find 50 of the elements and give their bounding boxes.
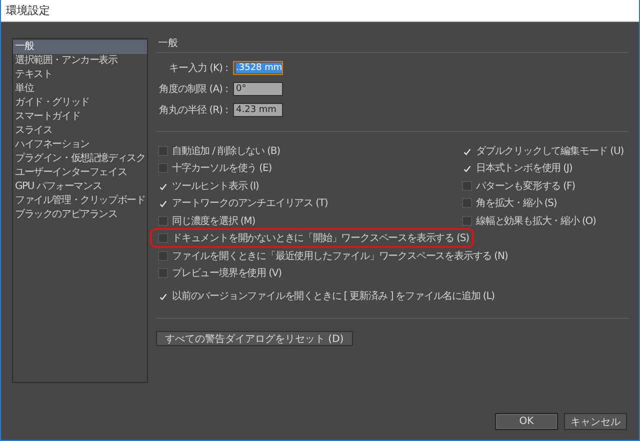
- option-label: パターンも変形する (F): [476, 180, 575, 193]
- option-label: ツールヒント表示 (I): [172, 180, 259, 193]
- category-item[interactable]: 単位: [13, 82, 147, 96]
- input-field[interactable]: 4.23 mm: [233, 103, 283, 117]
- field-label: 角度の制限 (A) :: [158, 82, 228, 96]
- window-title: 環境設定: [6, 3, 50, 18]
- category-item[interactable]: ハイフネーション: [13, 138, 147, 152]
- checkbox[interactable]: [158, 268, 168, 278]
- option-label: 自動追加 / 削除しない (B): [172, 144, 280, 158]
- checkbox[interactable]: [158, 233, 168, 244]
- category-item[interactable]: スマートガイド: [13, 110, 147, 124]
- reset-warnings-button[interactable]: すべての警告ダイアログをリセット (D): [156, 331, 353, 346]
- option-label: ファイルを開くときに「最近使用したファイル」ワークスペースを表示する (N): [172, 250, 508, 263]
- field-label: 角丸の半径 (R) :: [158, 104, 228, 117]
- checkbox[interactable]: [462, 180, 472, 191]
- checkbox[interactable]: [462, 198, 472, 208]
- checkbox[interactable]: [158, 163, 168, 174]
- category-item[interactable]: スライス: [13, 124, 147, 138]
- checkbox[interactable]: [462, 216, 472, 226]
- option-label: ダブルクリックして編集モード (U): [476, 144, 624, 158]
- category-item[interactable]: GPU パフォーマンス: [13, 180, 147, 194]
- category-item[interactable]: テキスト: [13, 68, 147, 82]
- field-label: キー入力 (K) :: [168, 62, 228, 75]
- checkbox[interactable]: [158, 198, 168, 208]
- option-label: 十字カーソルを使う (E): [172, 162, 272, 176]
- input-field[interactable]: .3528 mm: [233, 61, 283, 75]
- dialog-button[interactable]: キャンセル: [564, 413, 627, 430]
- category-item[interactable]: ブラックのアピアランス: [13, 208, 147, 222]
- checkbox[interactable]: [158, 250, 168, 261]
- dialog-button[interactable]: OK: [495, 413, 558, 430]
- option-label: ドキュメントを開かないときに「開始」ワークスペースを表示する (S): [172, 232, 469, 246]
- category-item[interactable]: 選択範囲・アンカー表示: [13, 54, 147, 68]
- option-label: 線幅と効果も拡大・縮小 (O): [476, 214, 596, 228]
- section-title: 一般: [157, 38, 179, 50]
- option-label: アートワークのアンチエイリアス (T): [172, 197, 328, 210]
- option-label: 角を拡大・縮小 (S): [476, 196, 557, 210]
- option-label: 以前のバージョンファイルを開くときに [ 更新済み ] をファイル名に追加 (L): [172, 290, 494, 303]
- option-label: 同じ濃度を選択 (M): [172, 214, 256, 228]
- input-field[interactable]: 0°: [233, 82, 283, 96]
- category-item[interactable]: ユーザーインターフェイス: [13, 166, 147, 180]
- category-item[interactable]: ガイド・グリッド: [13, 96, 147, 110]
- checkbox[interactable]: [462, 163, 472, 174]
- checkbox[interactable]: [158, 291, 168, 301]
- category-item[interactable]: 一般: [13, 40, 147, 54]
- category-item[interactable]: ファイル管理・クリップボード: [13, 194, 147, 208]
- checkbox[interactable]: [158, 146, 168, 156]
- option-label: 日本式トンボを使用 (J): [476, 162, 572, 176]
- category-item[interactable]: プラグイン・仮想記憶ディスク: [13, 152, 147, 166]
- option-label: プレビュー境界を使用 (V): [172, 266, 282, 280]
- checkbox[interactable]: [158, 216, 168, 226]
